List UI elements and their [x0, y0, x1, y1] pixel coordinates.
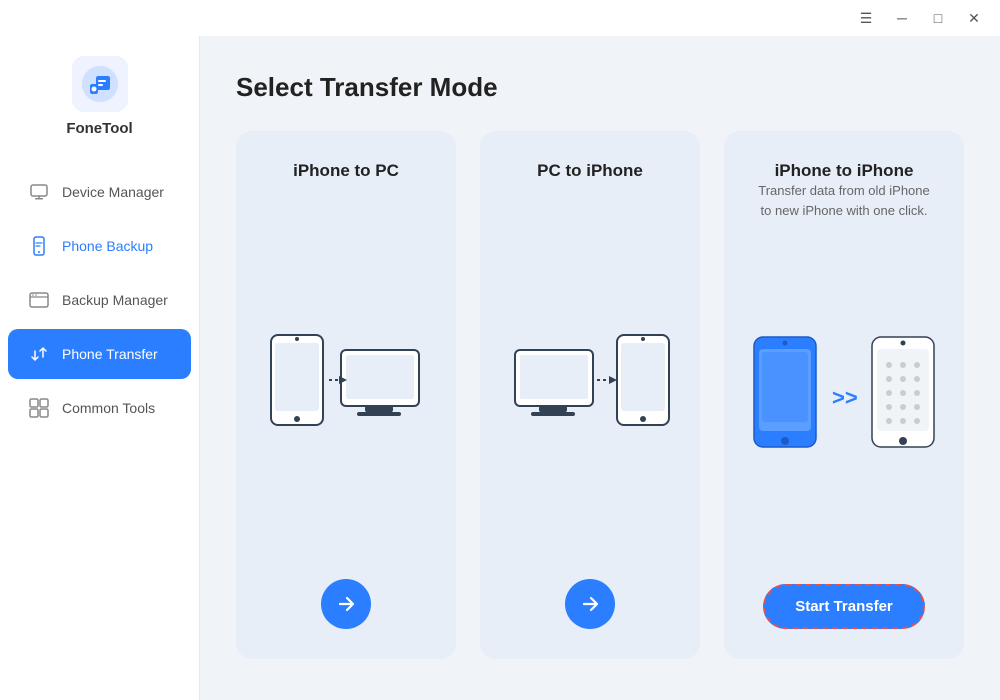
sidebar-item-backup-manager-label: Backup Manager: [62, 292, 168, 308]
iphone-to-iphone-illustration: >>: [744, 240, 944, 564]
iphone-to-pc-card[interactable]: iPhone to PC: [236, 131, 456, 659]
phone-transfer-icon: [28, 343, 50, 365]
common-tools-icon: [28, 397, 50, 419]
iphone-to-pc-illustration: [261, 201, 431, 559]
sidebar-item-device-manager[interactable]: Device Manager: [8, 167, 191, 217]
page-title: Select Transfer Mode: [236, 72, 964, 103]
logo-text: FoneTool: [66, 120, 132, 137]
iphone-to-iphone-title: iPhone to iPhone: [775, 161, 914, 181]
sidebar-item-device-manager-label: Device Manager: [62, 184, 164, 200]
pc-to-iphone-illustration: [505, 201, 675, 559]
iphone-to-pc-title: iPhone to PC: [293, 161, 399, 181]
iphone-to-iphone-description: Transfer data from old iPhone to new iPh…: [744, 181, 944, 220]
logo-area: FoneTool: [66, 56, 132, 137]
minimize-button[interactable]: ─: [884, 0, 920, 36]
sidebar-item-phone-transfer-label: Phone Transfer: [62, 346, 158, 362]
iphone-to-iphone-card[interactable]: iPhone to iPhone Transfer data from old …: [724, 131, 964, 659]
device-manager-icon: [28, 181, 50, 203]
menu-button[interactable]: ☰: [848, 0, 884, 36]
nav-items: Device Manager Phone Backup: [0, 167, 199, 433]
sidebar-item-phone-transfer[interactable]: Phone Transfer: [8, 329, 191, 379]
pc-to-iphone-arrow-btn[interactable]: [565, 579, 615, 629]
backup-manager-icon: [28, 289, 50, 311]
sidebar: FoneTool Device Manager Phone Back: [0, 36, 200, 700]
app-container: FoneTool Device Manager Phone Back: [0, 36, 1000, 700]
sidebar-item-phone-backup-label: Phone Backup: [62, 238, 153, 254]
main-content: Select Transfer Mode iPhone to PC: [200, 36, 1000, 700]
sidebar-item-backup-manager[interactable]: Backup Manager: [8, 275, 191, 325]
phone-backup-icon: [28, 235, 50, 257]
pc-to-iphone-card[interactable]: PC to iPhone: [480, 131, 700, 659]
svg-text:>>: >>: [832, 385, 858, 410]
pc-to-iphone-title: PC to iPhone: [537, 161, 643, 181]
close-button[interactable]: ✕: [956, 0, 992, 36]
start-transfer-button[interactable]: Start Transfer: [763, 584, 925, 629]
app-logo: [72, 56, 128, 112]
title-bar: ☰ ─ □ ✕: [0, 0, 1000, 36]
sidebar-item-common-tools-label: Common Tools: [62, 400, 155, 416]
maximize-button[interactable]: □: [920, 0, 956, 36]
cards-container: iPhone to PC: [236, 131, 964, 659]
sidebar-item-common-tools[interactable]: Common Tools: [8, 383, 191, 433]
sidebar-item-phone-backup[interactable]: Phone Backup: [8, 221, 191, 271]
iphone-to-pc-arrow-btn[interactable]: [321, 579, 371, 629]
